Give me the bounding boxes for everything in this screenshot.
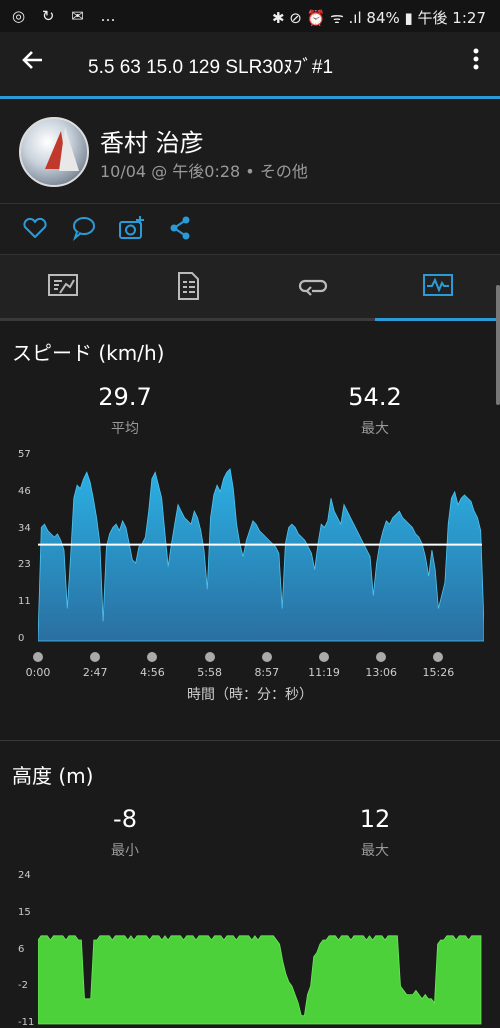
tab-laps[interactable] [250, 255, 375, 318]
x-tick-label: 0:00 [25, 666, 51, 679]
user-name[interactable]: 香村 治彦 [100, 123, 204, 158]
x-tick-dot [33, 652, 43, 662]
activity-date-type: 10/04 @ 午後0:28 • その他 [100, 162, 308, 181]
like-icon[interactable] [21, 214, 49, 242]
avatar[interactable] [19, 117, 89, 187]
back-arrow-icon[interactable] [20, 47, 46, 80]
altitude-chart [38, 935, 482, 1025]
speed-x-axis-title: 時間（時：分：秒） [187, 687, 313, 703]
tab-charts[interactable] [375, 255, 500, 318]
x-tick-label: 4:56 [140, 666, 165, 679]
laps-icon [298, 279, 328, 296]
series-area [38, 468, 484, 642]
tab-indicator [375, 318, 500, 321]
camera-plus-icon[interactable] [118, 214, 146, 242]
summary-icon [48, 274, 78, 296]
activity-title: 5.5 63 15.0 129 SLR30ﾇﾌﾞ#1 [88, 57, 334, 78]
x-tick-label: 13:06 [365, 666, 398, 679]
status-bar: ◎ ↻ ✉ … ✱ ⊘ ⏰ ᯤ .ıl 84% ▮ 午後 1:27 [0, 0, 500, 32]
altitude-max-value: 12 [359, 805, 391, 833]
x-tick-label: 8:57 [254, 666, 280, 679]
user-header: 香村 治彦 10/04 @ 午後0:28 • その他 [0, 99, 500, 204]
x-tick-label: 11:19 [308, 666, 340, 679]
altitude-title: 高度 (m) [12, 764, 94, 788]
details-icon [178, 272, 199, 300]
altitude-max-label: 最大 [361, 843, 389, 859]
system-status: ✱ ⊘ ⏰ ᯤ .ıl 84% ▮ 午後 1:27 [271, 9, 486, 27]
x-tick-dot [319, 652, 329, 662]
altitude-min-value: -8 [113, 805, 137, 833]
more-options-icon[interactable] [472, 46, 480, 79]
action-bar [0, 204, 500, 255]
section-divider [0, 740, 500, 741]
x-tick-dot [147, 652, 158, 662]
speed-avg-value: 29.7 [98, 383, 152, 411]
tab-summary[interactable] [0, 255, 125, 318]
x-tick-dot [90, 652, 101, 662]
tab-details[interactable] [125, 255, 250, 318]
x-tick-label: 5:58 [197, 666, 222, 679]
x-tick-dot [433, 652, 444, 662]
series-area [38, 935, 482, 1025]
tab-bar [0, 255, 500, 318]
share-icon[interactable] [167, 214, 195, 242]
notification-icons: ◎ ↻ ✉ … [12, 7, 122, 25]
comment-icon[interactable] [70, 214, 98, 242]
tab-indicator-track [0, 318, 500, 321]
speed-chart [38, 468, 484, 642]
x-tick-label: 15:26 [422, 666, 455, 679]
speed-max-label: 最大 [361, 421, 389, 437]
charts-icon [423, 274, 453, 296]
speed-title: スピード (km/h) [12, 341, 165, 365]
speed-avg-label: 平均 [111, 421, 139, 437]
altitude-min-label: 最小 [111, 843, 139, 859]
scrollbar[interactable] [496, 285, 500, 405]
x-tick-dot [376, 652, 387, 662]
speed-max-value: 54.2 [348, 383, 402, 411]
x-tick-dot [261, 652, 272, 662]
sail-graphic [59, 127, 79, 171]
x-tick-dot [204, 652, 215, 662]
app-bar: 5.5 63 15.0 129 SLR30ﾇﾌﾞ#1 [0, 32, 500, 96]
x-tick-label: 2:47 [82, 666, 108, 679]
